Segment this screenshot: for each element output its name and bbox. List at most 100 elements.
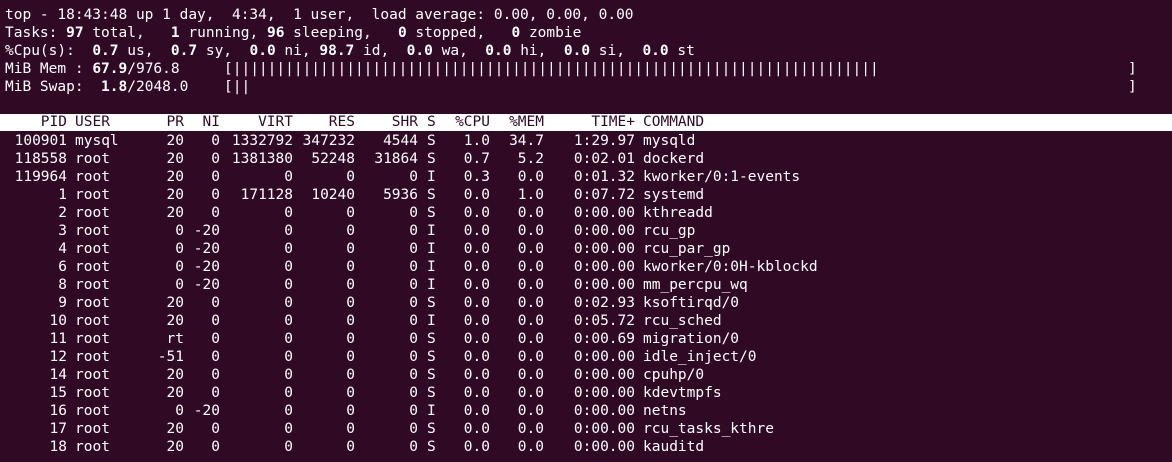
tasks-zombie: 0 bbox=[511, 25, 521, 41]
table-row[interactable]: 1 root 20 0 171128 10240 5936 S 0.0 1.0 0:07.72 sys… bbox=[0, 186, 1172, 204]
tasks-sleeping-label: sleeping, bbox=[293, 25, 372, 41]
cell-shr: 0 bbox=[409, 277, 418, 293]
cell-pid: 11 bbox=[49, 331, 67, 347]
table-row[interactable]: 17 root 20 0 0 0 0 S 0.0 0.0 0:00.00 rcu_tasks_kthr… bbox=[0, 420, 1172, 438]
cell-command: cpuhp/0 bbox=[643, 367, 705, 383]
cell-virt: 0 bbox=[284, 313, 293, 329]
table-row[interactable]: 6 root 0 -20 0 0 0 I 0.0 0.0 0:00.00 kworker/0:0H-k… bbox=[0, 258, 1172, 276]
table-row[interactable]: 118558 root 20 0 1381380 52248 31864 S 0.7 5.2 0:0… bbox=[0, 150, 1172, 168]
cell-command: idle_inject/0 bbox=[643, 349, 757, 365]
cell-cpu: 0.0 bbox=[463, 349, 490, 365]
cell-cpu: 0.0 bbox=[463, 385, 490, 401]
cell-state: I bbox=[427, 259, 436, 275]
cell-pr: 20 bbox=[166, 367, 184, 383]
cell-res: 0 bbox=[346, 313, 355, 329]
cell-virt: 0 bbox=[284, 295, 293, 311]
terminal-window[interactable]: top - 18:43:48 up 1 day, 4:34, 1 user, l… bbox=[0, 0, 1172, 462]
cell-ni: 0 bbox=[211, 385, 220, 401]
cell-command: kauditd bbox=[643, 439, 705, 455]
cell-shr: 0 bbox=[409, 349, 418, 365]
tasks-stopped-label: stopped, bbox=[415, 25, 486, 41]
table-row[interactable]: 4 root 0 -20 0 0 0 I 0.0 0.0 0:00.00 rcu_par_gp bbox=[0, 240, 1172, 258]
cell-pid: 15 bbox=[49, 385, 67, 401]
cpu-si: 0.0 bbox=[563, 43, 591, 59]
cell-pid: 1 bbox=[58, 187, 67, 203]
cell-ni: 0 bbox=[211, 367, 220, 383]
table-row[interactable]: 3 root 0 -20 0 0 0 I 0.0 0.0 0:00.00 rcu_gp bbox=[0, 222, 1172, 240]
cell-virt: 0 bbox=[284, 223, 293, 239]
cell-res: 0 bbox=[346, 349, 355, 365]
cell-command: kworker/0:1-events bbox=[643, 169, 801, 185]
cell-pid: 9 bbox=[58, 295, 67, 311]
table-row[interactable]: 11 root rt 0 0 0 0 S 0.0 0.0 0:00.69 migration/0 bbox=[0, 330, 1172, 348]
cell-virt: 0 bbox=[284, 259, 293, 275]
cell-time: 0:00.00 bbox=[573, 205, 635, 221]
mem-used: 67.9 bbox=[92, 61, 128, 77]
cell-time: 0:00.00 bbox=[573, 367, 635, 383]
cell-res: 0 bbox=[346, 331, 355, 347]
cell-virt: 1332792 bbox=[231, 133, 293, 149]
cell-pid: 18 bbox=[49, 439, 67, 455]
table-row[interactable]: 10 root 20 0 0 0 0 I 0.0 0.0 0:05.72 rcu_sched bbox=[0, 312, 1172, 330]
tasks-running: 1 bbox=[170, 25, 180, 41]
cell-pid: 100901 bbox=[14, 133, 67, 149]
tasks-label: Tasks: bbox=[5, 25, 58, 41]
cell-pr: 20 bbox=[166, 151, 184, 167]
cell-ni: 0 bbox=[211, 313, 220, 329]
cell-pr: 0 bbox=[175, 223, 184, 239]
table-row[interactable]: 2 root 20 0 0 0 0 S 0.0 0.0 0:00.00 kthreadd bbox=[0, 204, 1172, 222]
cell-res: 0 bbox=[346, 403, 355, 419]
cell-pr: 0 bbox=[175, 403, 184, 419]
cell-res: 0 bbox=[346, 295, 355, 311]
table-row[interactable]: 8 root 0 -20 0 0 0 I 0.0 0.0 0:00.00 mm_percpu_wq bbox=[0, 276, 1172, 294]
cell-virt: 0 bbox=[284, 331, 293, 347]
cell-cpu: 0.0 bbox=[463, 313, 490, 329]
cell-mem: 0.0 bbox=[517, 169, 544, 185]
cell-shr: 0 bbox=[409, 241, 418, 257]
cell-res: 0 bbox=[346, 223, 355, 239]
cell-pr: rt bbox=[166, 331, 184, 347]
cell-ni: 0 bbox=[211, 295, 220, 311]
cell-ni: -20 bbox=[193, 403, 220, 419]
cell-time: 0:00.00 bbox=[573, 349, 635, 365]
column-header-mem: %MEM bbox=[509, 114, 544, 130]
cell-virt: 1381380 bbox=[231, 151, 293, 167]
table-row[interactable]: 16 root 0 -20 0 0 0 I 0.0 0.0 0:00.00 netns bbox=[0, 402, 1172, 420]
cell-virt: 0 bbox=[284, 367, 293, 383]
column-header-res: RES bbox=[328, 114, 355, 130]
cell-pr: 20 bbox=[166, 385, 184, 401]
table-row[interactable]: 12 root -51 0 0 0 0 S 0.0 0.0 0:00.00 idle_inject/0 bbox=[0, 348, 1172, 366]
cell-ni: 0 bbox=[211, 439, 220, 455]
cell-state: S bbox=[427, 421, 436, 437]
swap-usage-bar: [|| bbox=[224, 79, 251, 95]
cell-state: S bbox=[427, 331, 436, 347]
cell-ni: 0 bbox=[211, 169, 220, 185]
table-row[interactable]: 15 root 20 0 0 0 0 S 0.0 0.0 0:00.00 kdevtmpfs bbox=[0, 384, 1172, 402]
cell-shr: 0 bbox=[409, 403, 418, 419]
table-row[interactable]: 100901 mysql 20 0 1332792 347232 4544 S 1.0 34.7 1… bbox=[0, 132, 1172, 150]
tasks-zombie-label: zombie bbox=[528, 25, 582, 41]
cell-command: kthreadd bbox=[643, 205, 713, 221]
cell-pr: 20 bbox=[166, 313, 184, 329]
cell-mem: 0.0 bbox=[517, 313, 544, 329]
cell-mem: 0.0 bbox=[517, 385, 544, 401]
cell-res: 0 bbox=[346, 367, 355, 383]
table-row[interactable]: 119964 root 20 0 0 0 0 I 0.3 0.0 0:01.32 kworker/0:… bbox=[0, 168, 1172, 186]
cell-pid: 2 bbox=[58, 205, 67, 221]
table-row[interactable]: 14 root 20 0 0 0 0 S 0.0 0.0 0:00.00 cpuhp/0 bbox=[0, 366, 1172, 384]
table-row[interactable]: 9 root 20 0 0 0 0 S 0.0 0.0 0:02.93 ksoftirqd/0 bbox=[0, 294, 1172, 312]
tasks-total: 97 bbox=[66, 25, 84, 41]
cell-mem: 0.0 bbox=[517, 439, 544, 455]
cell-time: 0:00.00 bbox=[573, 259, 635, 275]
cell-time: 0:00.00 bbox=[573, 439, 635, 455]
cell-ni: 0 bbox=[211, 205, 220, 221]
cell-cpu: 0.0 bbox=[463, 205, 490, 221]
cell-pr: 20 bbox=[166, 187, 184, 203]
cell-command: rcu_par_gp bbox=[643, 241, 731, 257]
cell-cpu: 0.7 bbox=[463, 151, 490, 167]
cell-command: ksoftirqd/0 bbox=[643, 295, 740, 311]
table-row[interactable]: 18 root 20 0 0 0 0 S 0.0 0.0 0:00.00 kauditd bbox=[0, 438, 1172, 456]
cell-pid: 8 bbox=[58, 277, 67, 293]
column-header-cpu: %CPU bbox=[455, 114, 490, 130]
cell-pr: -51 bbox=[157, 349, 184, 365]
